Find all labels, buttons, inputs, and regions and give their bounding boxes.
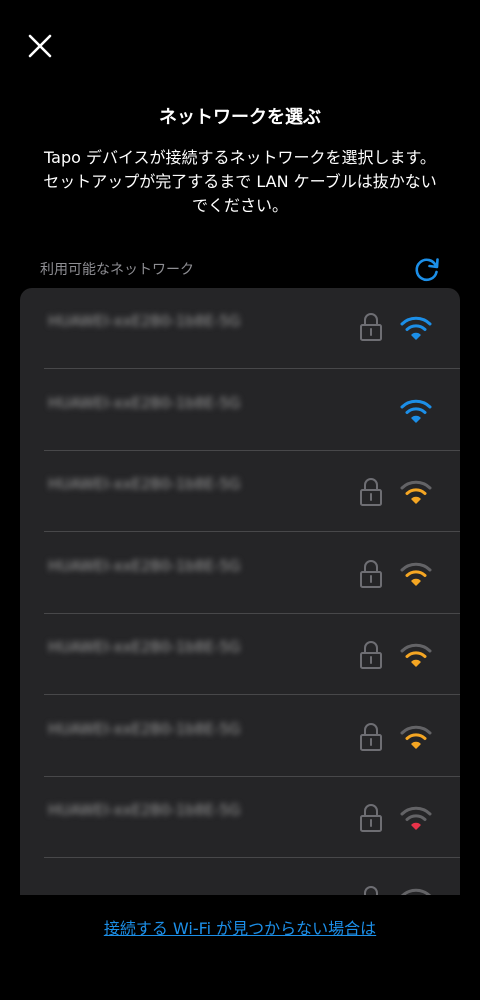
lock-icon [359, 640, 383, 670]
wifi-icon [399, 561, 433, 587]
network-row[interactable]: HUAWEI-xxE2B0-1b8E-5G [20, 777, 460, 858]
refresh-icon [415, 258, 439, 282]
wifi-icon [399, 479, 433, 505]
lock-icon [359, 722, 383, 752]
network-row[interactable]: HUAWEI-xxE2B0-1b8E-5G [20, 288, 460, 369]
wifi-icon [399, 724, 433, 750]
network-ssid: HUAWEI-xxE2B0-1b8E-5G [48, 638, 241, 656]
bottom-bar [0, 895, 480, 1000]
lock-icon [359, 803, 383, 833]
network-ssid: HUAWEI-xxE2B0-1b8E-5G [48, 556, 241, 575]
network-ssid: HUAWEI-xxE2B0-1b8E-5G [48, 719, 241, 738]
wifi-icon [399, 642, 433, 668]
close-button[interactable] [26, 32, 54, 60]
wifi-icon [399, 805, 433, 831]
wifi-icon [399, 315, 433, 341]
lock-icon [359, 559, 383, 589]
lock-icon [359, 312, 383, 342]
network-row[interactable]: HUAWEI-xxE2B0-1b8E-5G [20, 451, 460, 532]
network-ssid: HUAWEI-xxE2B0-1b8E-5G [48, 393, 241, 412]
network-ssid: HUAWEI-xxE2B0-1b8E-5G [48, 475, 241, 493]
page-title: ネットワークを選ぶ [159, 107, 321, 128]
network-row[interactable] [20, 859, 460, 900]
page-description: Tapo デバイスが接続するネットワークを選択します。セットアップが完了するまで… [43, 148, 437, 215]
available-networks-label: 利用可能なネットワーク [40, 262, 194, 278]
network-list: HUAWEI-xxE2B0-1b8E-5G HUAWEI-xxE2B0-1b8E-… [20, 288, 460, 900]
network-row[interactable]: HUAWEI-xxE2B0-1b8E-5G [20, 696, 460, 777]
network-row[interactable]: HUAWEI-xxE2B0-1b8E-5G [20, 370, 460, 451]
network-row[interactable]: HUAWEI-xxE2B0-1b8E-5G [20, 614, 460, 695]
wifi-not-found-link[interactable]: 接続する Wi-Fi が見つからない場合は [0, 915, 480, 939]
network-row[interactable]: HUAWEI-xxE2B0-1b8E-5G [20, 533, 460, 614]
refresh-button[interactable] [413, 255, 441, 283]
wifi-icon [399, 398, 433, 424]
lock-icon [359, 477, 383, 507]
network-ssid: HUAWEI-xxE2B0-1b8E-5G [48, 312, 241, 330]
close-icon [28, 34, 52, 58]
network-ssid: HUAWEI-xxE2B0-1b8E-5G [48, 801, 241, 819]
